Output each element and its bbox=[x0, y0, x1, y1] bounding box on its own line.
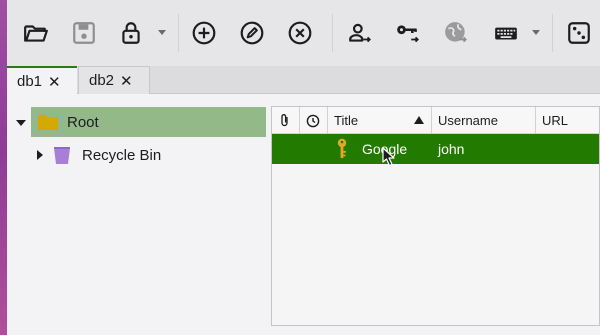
lock-database-button[interactable] bbox=[114, 16, 148, 50]
entry-url bbox=[542, 134, 597, 164]
expand-arrow-right-icon[interactable] bbox=[34, 149, 46, 161]
tree-item-label: Root bbox=[67, 113, 99, 131]
entry-key-icon bbox=[336, 134, 352, 164]
column-header-url[interactable]: URL bbox=[536, 107, 600, 134]
tree-item-root[interactable]: Root bbox=[31, 107, 266, 137]
close-tab-icon[interactable]: ✕ bbox=[48, 73, 61, 91]
open-database-button[interactable] bbox=[19, 16, 53, 50]
key-arrow-icon bbox=[397, 25, 419, 43]
toolbar-separator bbox=[332, 14, 333, 52]
entry-title: Google bbox=[362, 134, 432, 164]
main-toolbar bbox=[7, 0, 600, 66]
entry-table: Title Username URL john bbox=[271, 106, 600, 326]
column-header-username[interactable]: Username bbox=[432, 107, 536, 134]
trash-icon bbox=[54, 147, 70, 164]
folder-icon bbox=[38, 115, 58, 130]
entry-username: john bbox=[438, 141, 465, 157]
column-header-label: Username bbox=[438, 113, 498, 128]
mouse-cursor-icon bbox=[382, 147, 395, 167]
table-header: Title Username URL bbox=[272, 107, 599, 134]
lock-dropdown-caret-icon[interactable] bbox=[157, 27, 167, 37]
tab-db2[interactable]: db2 ✕ bbox=[78, 66, 150, 94]
floppy-disk-icon bbox=[73, 22, 95, 44]
autotype-dropdown-caret-icon[interactable] bbox=[531, 27, 541, 37]
folder-open-icon bbox=[24, 25, 48, 42]
window-edge-decoration bbox=[0, 0, 7, 335]
lock-icon bbox=[122, 22, 140, 44]
database-view: Root Recycle Bin Title Username URL john bbox=[7, 95, 600, 335]
column-header-modified[interactable] bbox=[300, 107, 328, 134]
tree-item-recycle-bin[interactable]: Recycle Bin bbox=[51, 140, 251, 170]
plus-circle-icon bbox=[192, 21, 216, 45]
key-icon bbox=[337, 138, 347, 158]
save-database-button[interactable] bbox=[67, 16, 101, 50]
open-url-button[interactable] bbox=[439, 16, 473, 50]
dice-icon bbox=[568, 22, 590, 44]
password-generator-button[interactable] bbox=[562, 16, 596, 50]
tree-item-label: Recycle Bin bbox=[82, 146, 162, 164]
x-circle-icon bbox=[288, 21, 312, 45]
copy-username-button[interactable] bbox=[343, 16, 377, 50]
column-header-label: Title bbox=[334, 113, 359, 128]
pencil-circle-icon bbox=[240, 21, 264, 45]
clock-icon bbox=[306, 114, 320, 127]
tab-label: db1 bbox=[17, 73, 43, 90]
edit-entry-button[interactable] bbox=[235, 16, 269, 50]
tab-db1[interactable]: db1 ✕ bbox=[7, 66, 77, 95]
paperclip-icon bbox=[281, 114, 288, 127]
column-header-title[interactable]: Title bbox=[328, 107, 432, 134]
database-tab-bar: db1 ✕ db2 ✕ bbox=[7, 66, 600, 95]
column-header-attachment[interactable] bbox=[272, 107, 300, 134]
copy-password-button[interactable] bbox=[391, 16, 425, 50]
globe-arrow-icon bbox=[445, 22, 467, 43]
tab-label: db2 bbox=[89, 72, 115, 89]
toolbar-separator bbox=[178, 14, 179, 52]
keyboard-icon bbox=[495, 27, 517, 40]
delete-entry-button[interactable] bbox=[283, 16, 317, 50]
column-header-label: URL bbox=[542, 113, 569, 128]
table-row[interactable]: Google john bbox=[272, 134, 599, 164]
sort-ascending-icon bbox=[414, 116, 424, 124]
toolbar-separator bbox=[552, 14, 553, 52]
group-tree: Root Recycle Bin bbox=[7, 95, 269, 335]
add-entry-button[interactable] bbox=[187, 16, 221, 50]
expand-arrow-down-icon[interactable] bbox=[15, 117, 27, 129]
autotype-button[interactable] bbox=[489, 16, 523, 50]
user-arrow-icon bbox=[349, 23, 371, 43]
close-tab-icon[interactable]: ✕ bbox=[120, 72, 133, 90]
